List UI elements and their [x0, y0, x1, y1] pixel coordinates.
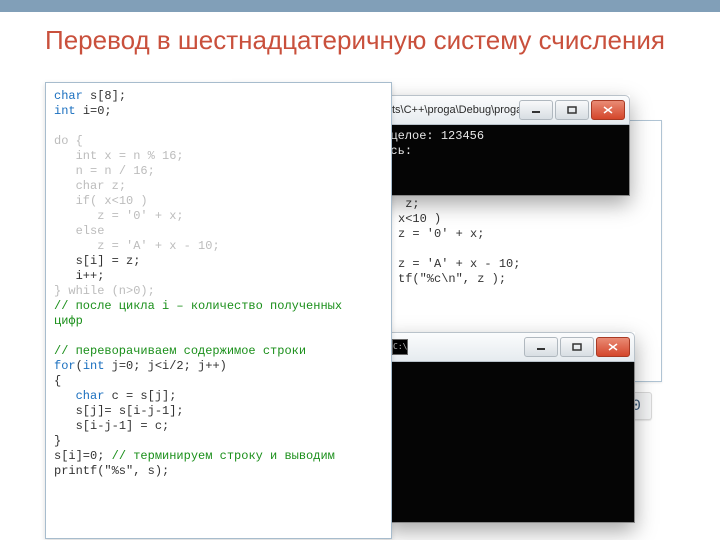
console-window-small	[385, 332, 635, 523]
console-icon	[392, 339, 408, 355]
maximize-button[interactable]	[555, 100, 589, 120]
code-main: char s[8]; int i=0; do { int x = n % 16;…	[46, 83, 391, 485]
minimize-button[interactable]	[524, 337, 558, 357]
slide-title: Перевод в шестнадцатеричную систему счис…	[45, 25, 675, 56]
console-titlebar[interactable]	[385, 332, 635, 362]
code-panel-main: char s[8]; int i=0; do { int x = n % 16;…	[45, 82, 392, 539]
close-button[interactable]	[591, 100, 625, 120]
console-body	[386, 362, 634, 385]
close-button[interactable]	[596, 337, 630, 357]
maximize-button[interactable]	[560, 337, 594, 357]
minimize-button[interactable]	[519, 100, 553, 120]
